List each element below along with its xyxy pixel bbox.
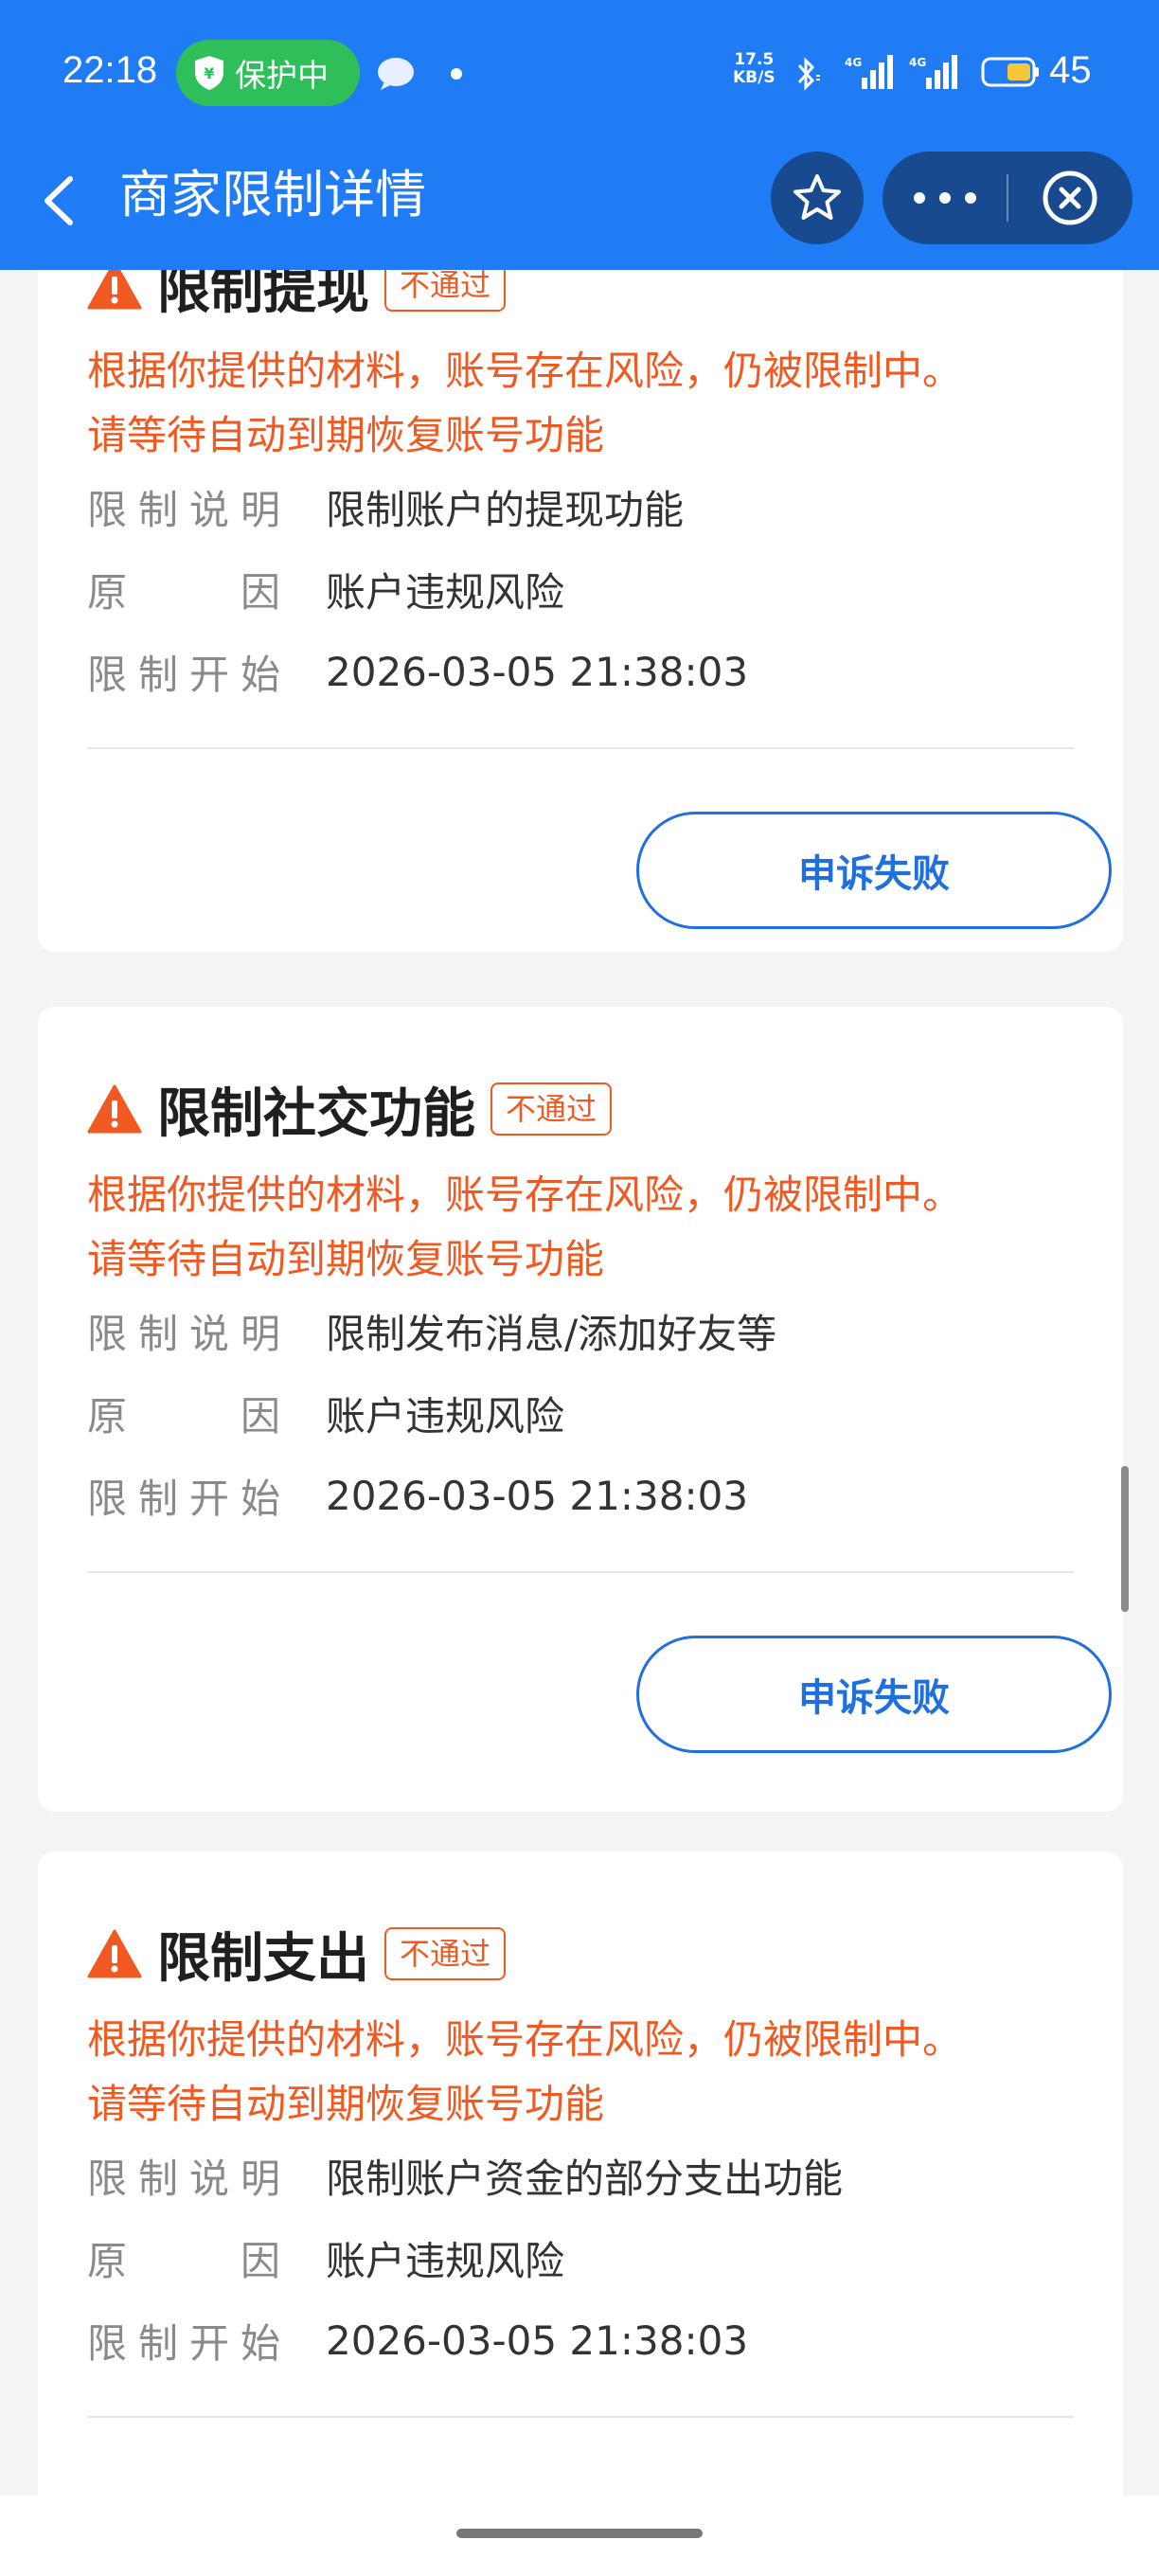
- value-reason: 账户违规风险: [326, 568, 565, 616]
- info-row-description: 限制说明 限制发布消息/添加好友等: [87, 1302, 776, 1359]
- favorite-button[interactable]: [771, 152, 864, 244]
- label-start-time: 限制开始: [87, 2319, 280, 2367]
- label-reason: 原因: [87, 2237, 280, 2284]
- risk-notice-line2: 请等待自动到期恢复账号功能: [87, 2081, 605, 2127]
- value-start-time: 2026-03-05 21:38:03: [326, 1472, 749, 1519]
- value-description: 限制账户资金的部分支出功能: [326, 2155, 844, 2202]
- battery-level: 45: [1049, 49, 1092, 91]
- notification-dot-icon: [451, 68, 462, 80]
- value-reason: 账户违规风险: [326, 1392, 565, 1440]
- svg-text:¥: ¥: [204, 64, 214, 82]
- card-title: 限制提现: [157, 270, 369, 321]
- nav-bar: 商家限制详情: [0, 142, 1159, 270]
- home-indicator[interactable]: [456, 2529, 703, 2538]
- status-bar: 22:18 ¥ 保护中 17.5 KB/S 4G 4G 45: [0, 0, 1159, 142]
- divider: [87, 747, 1074, 749]
- label-start-time: 限制开始: [87, 1475, 280, 1522]
- risk-notice-line2: 请等待自动到期恢复账号功能: [87, 1236, 605, 1282]
- value-description: 限制账户的提现功能: [326, 486, 685, 533]
- card-header: 限制社交功能 不通过: [87, 1071, 613, 1147]
- protect-label: 保护中: [235, 57, 329, 94]
- net-speed-value: 17.5: [734, 50, 775, 69]
- close-circle-icon: [1043, 170, 1097, 225]
- restriction-card-social: 限制社交功能 不通过 根据你提供的材料，账号存在风险，仍被限制中。 请等待自动到…: [38, 1007, 1123, 1812]
- divider: [87, 1571, 1074, 1573]
- restriction-card-spending: 限制支出 不通过 根据你提供的材料，账号存在风险，仍被限制中。 请等待自动到期恢…: [38, 1852, 1123, 2496]
- signal-1-label: 4G: [845, 56, 862, 69]
- info-row-start-time: 限制开始 2026-03-05 21:38:03: [87, 643, 748, 700]
- status-badge: 不通过: [384, 1927, 507, 1980]
- appeal-button[interactable]: 申诉失败: [636, 812, 1112, 929]
- label-reason: 原因: [87, 1392, 280, 1440]
- shield-icon: ¥: [195, 56, 223, 90]
- risk-notice-line1: 根据你提供的材料，账号存在风险，仍被限制中。: [87, 348, 963, 394]
- status-badge: 不通过: [490, 1082, 613, 1136]
- warning-icon: [87, 270, 142, 310]
- info-row-reason: 原因 账户违规风险: [87, 561, 564, 617]
- label-description: 限制说明: [87, 1310, 280, 1357]
- label-start-time: 限制开始: [87, 651, 280, 698]
- card-header: 限制支出 不通过: [87, 1916, 507, 1992]
- signal-2-label: 4G: [909, 56, 926, 69]
- mini-program-capsule: [883, 152, 1132, 244]
- net-speed-unit: KB/S: [733, 68, 776, 87]
- restriction-card-withdraw: 限制提现 不通过 根据你提供的材料，账号存在风险，仍被限制中。 请等待自动到期恢…: [38, 270, 1123, 952]
- info-row-description: 限制说明 限制账户资金的部分支出功能: [87, 2147, 843, 2204]
- restriction-list[interactable]: 限制提现 不通过 根据你提供的材料，账号存在风险，仍被限制中。 请等待自动到期恢…: [0, 270, 1159, 2496]
- info-row-reason: 原因 账户违规风险: [87, 2229, 564, 2286]
- more-dots-icon: [914, 192, 976, 204]
- card-title: 限制支出: [157, 1927, 369, 1990]
- signal-4g-icon-2: 4G: [909, 55, 957, 89]
- warning-icon: [87, 1929, 142, 1978]
- risk-notice: 根据你提供的材料，账号存在风险，仍被限制中。 请等待自动到期恢复账号功能: [87, 339, 1091, 468]
- risk-notice-line1: 根据你提供的材料，账号存在风险，仍被限制中。: [87, 2016, 963, 2063]
- chat-bubble-icon: [378, 58, 414, 90]
- info-row-start-time: 限制开始 2026-03-05 21:38:03: [87, 1467, 748, 1524]
- appeal-button[interactable]: 申诉失败: [636, 1636, 1112, 1753]
- battery-icon: [981, 57, 1039, 87]
- value-description: 限制发布消息/添加好友等: [326, 1310, 777, 1357]
- close-button[interactable]: [1007, 152, 1132, 244]
- risk-notice: 根据你提供的材料，账号存在风险，仍被限制中。 请等待自动到期恢复账号功能: [87, 1163, 1091, 1292]
- risk-notice: 根据你提供的材料，账号存在风险，仍被限制中。 请等待自动到期恢复账号功能: [87, 2008, 1091, 2137]
- label-description: 限制说明: [87, 2155, 280, 2202]
- label-description: 限制说明: [87, 486, 280, 533]
- signal-4g-icon: 4G: [845, 55, 893, 89]
- risk-notice-line1: 根据你提供的材料，账号存在风险，仍被限制中。: [87, 1172, 963, 1218]
- info-row-reason: 原因 账户违规风险: [87, 1385, 564, 1441]
- star-icon: [793, 174, 841, 220]
- scrollbar-thumb[interactable]: [1121, 1466, 1129, 1612]
- protect-badge[interactable]: ¥ 保护中: [176, 40, 360, 106]
- warning-icon: [87, 1084, 142, 1134]
- value-start-time: 2026-03-05 21:38:03: [326, 2317, 749, 2364]
- value-reason: 账户违规风险: [326, 2237, 565, 2284]
- more-button[interactable]: [883, 152, 1007, 244]
- page-title: 商家限制详情: [119, 165, 426, 224]
- info-row-start-time: 限制开始 2026-03-05 21:38:03: [87, 2312, 748, 2369]
- bluetooth-icon: [797, 57, 820, 91]
- status-time: 22:18: [62, 49, 158, 91]
- info-row-description: 限制说明 限制账户的提现功能: [87, 478, 684, 535]
- net-speed: 17.5 KB/S: [733, 51, 776, 87]
- card-title: 限制社交功能: [157, 1082, 475, 1145]
- status-badge: 不通过: [384, 270, 507, 312]
- back-arrow-icon[interactable]: [38, 168, 80, 234]
- card-header: 限制提现 不通过: [87, 270, 507, 323]
- label-reason: 原因: [87, 568, 280, 616]
- value-start-time: 2026-03-05 21:38:03: [326, 648, 749, 695]
- risk-notice-line2: 请等待自动到期恢复账号功能: [87, 412, 605, 458]
- divider: [87, 2416, 1074, 2418]
